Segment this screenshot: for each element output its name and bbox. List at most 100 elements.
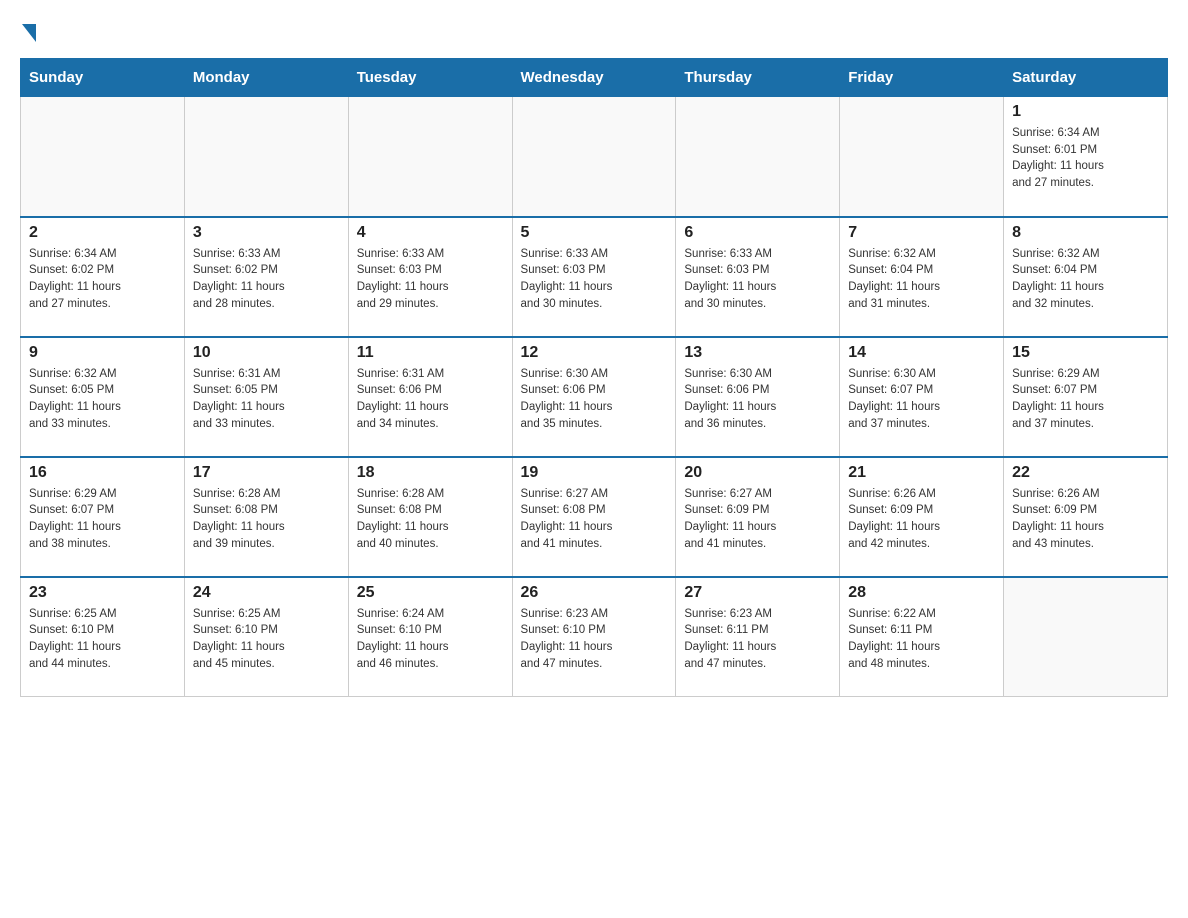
calendar-cell: 3 Sunrise: 6:33 AM Sunset: 6:02 PM Daylig… bbox=[184, 217, 348, 337]
day-info: Sunrise: 6:31 AM Sunset: 6:06 PM Dayligh… bbox=[357, 366, 504, 433]
day-number: 6 bbox=[684, 224, 831, 242]
weekday-header-thursday: Thursday bbox=[676, 59, 840, 97]
day-info: Sunrise: 6:23 AM Sunset: 6:10 PM Dayligh… bbox=[521, 606, 668, 673]
day-number: 19 bbox=[521, 464, 668, 482]
day-info: Sunrise: 6:24 AM Sunset: 6:10 PM Dayligh… bbox=[357, 606, 504, 673]
day-number: 10 bbox=[193, 344, 340, 362]
calendar-cell: 2Sunrise: 6:34 AM Sunset: 6:02 PM Daylig… bbox=[21, 217, 185, 337]
day-number: 22 bbox=[1012, 464, 1159, 482]
day-number: 27 bbox=[684, 584, 831, 602]
calendar-cell bbox=[348, 97, 512, 217]
day-info: Sunrise: 6:30 AM Sunset: 6:07 PM Dayligh… bbox=[848, 366, 995, 433]
calendar-cell: 21 Sunrise: 6:26 AM Sunset: 6:09 PM Dayli… bbox=[840, 457, 1004, 577]
day-info: Sunrise: 6:26 AM Sunset: 6:09 PM Dayligh… bbox=[848, 486, 995, 553]
calendar-cell: 18Sunrise: 6:28 AM Sunset: 6:08 PM Dayli… bbox=[348, 457, 512, 577]
calendar-cell: 15 Sunrise: 6:29 AM Sunset: 6:07 PM Dayli… bbox=[1004, 337, 1168, 457]
logo-arrow-icon bbox=[22, 24, 36, 42]
day-number: 3 bbox=[193, 224, 340, 242]
calendar-cell: 9 Sunrise: 6:32 AM Sunset: 6:05 PM Daylig… bbox=[21, 337, 185, 457]
page-header bbox=[20, 20, 1168, 42]
day-info: Sunrise: 6:32 AM Sunset: 6:04 PM Dayligh… bbox=[848, 246, 995, 313]
calendar-cell bbox=[21, 97, 185, 217]
day-number: 11 bbox=[357, 344, 504, 362]
calendar-cell: 17 Sunrise: 6:28 AM Sunset: 6:08 PM Dayli… bbox=[184, 457, 348, 577]
calendar-cell: 23Sunrise: 6:25 AM Sunset: 6:10 PM Dayli… bbox=[21, 577, 185, 697]
calendar-week-row: 2Sunrise: 6:34 AM Sunset: 6:02 PM Daylig… bbox=[21, 217, 1168, 337]
day-info: Sunrise: 6:29 AM Sunset: 6:07 PM Dayligh… bbox=[1012, 366, 1159, 433]
day-info: Sunrise: 6:27 AM Sunset: 6:09 PM Dayligh… bbox=[684, 486, 831, 553]
day-info: Sunrise: 6:34 AM Sunset: 6:01 PM Dayligh… bbox=[1012, 125, 1159, 192]
calendar-table: SundayMondayTuesdayWednesdayThursdayFrid… bbox=[20, 58, 1168, 697]
calendar-cell bbox=[840, 97, 1004, 217]
day-number: 28 bbox=[848, 584, 995, 602]
day-number: 9 bbox=[29, 344, 176, 362]
day-number: 25 bbox=[357, 584, 504, 602]
day-info: Sunrise: 6:33 AM Sunset: 6:03 PM Dayligh… bbox=[357, 246, 504, 313]
calendar-cell: 20 Sunrise: 6:27 AM Sunset: 6:09 PM Dayli… bbox=[676, 457, 840, 577]
calendar-cell bbox=[512, 97, 676, 217]
weekday-header-friday: Friday bbox=[840, 59, 1004, 97]
day-number: 17 bbox=[193, 464, 340, 482]
day-info: Sunrise: 6:33 AM Sunset: 6:03 PM Dayligh… bbox=[521, 246, 668, 313]
day-number: 2 bbox=[29, 224, 176, 242]
calendar-cell: 7 Sunrise: 6:32 AM Sunset: 6:04 PM Daylig… bbox=[840, 217, 1004, 337]
day-number: 20 bbox=[684, 464, 831, 482]
calendar-cell: 28 Sunrise: 6:22 AM Sunset: 6:11 PM Dayli… bbox=[840, 577, 1004, 697]
calendar-cell: 10 Sunrise: 6:31 AM Sunset: 6:05 PM Dayli… bbox=[184, 337, 348, 457]
day-info: Sunrise: 6:31 AM Sunset: 6:05 PM Dayligh… bbox=[193, 366, 340, 433]
calendar-cell bbox=[676, 97, 840, 217]
calendar-cell: 26Sunrise: 6:23 AM Sunset: 6:10 PM Dayli… bbox=[512, 577, 676, 697]
day-info: Sunrise: 6:23 AM Sunset: 6:11 PM Dayligh… bbox=[684, 606, 831, 673]
weekday-header-wednesday: Wednesday bbox=[512, 59, 676, 97]
day-number: 8 bbox=[1012, 224, 1159, 242]
calendar-cell: 11 Sunrise: 6:31 AM Sunset: 6:06 PM Dayli… bbox=[348, 337, 512, 457]
weekday-header-monday: Monday bbox=[184, 59, 348, 97]
calendar-cell: 25 Sunrise: 6:24 AM Sunset: 6:10 PM Dayli… bbox=[348, 577, 512, 697]
day-number: 7 bbox=[848, 224, 995, 242]
day-info: Sunrise: 6:28 AM Sunset: 6:08 PM Dayligh… bbox=[357, 486, 504, 553]
calendar-week-row: 16Sunrise: 6:29 AM Sunset: 6:07 PM Dayli… bbox=[21, 457, 1168, 577]
calendar-cell: 12 Sunrise: 6:30 AM Sunset: 6:06 PM Dayli… bbox=[512, 337, 676, 457]
day-number: 4 bbox=[357, 224, 504, 242]
day-info: Sunrise: 6:25 AM Sunset: 6:10 PM Dayligh… bbox=[193, 606, 340, 673]
day-info: Sunrise: 6:33 AM Sunset: 6:03 PM Dayligh… bbox=[684, 246, 831, 313]
weekday-header-row: SundayMondayTuesdayWednesdayThursdayFrid… bbox=[21, 59, 1168, 97]
day-number: 13 bbox=[684, 344, 831, 362]
day-number: 14 bbox=[848, 344, 995, 362]
calendar-cell: 27 Sunrise: 6:23 AM Sunset: 6:11 PM Dayli… bbox=[676, 577, 840, 697]
day-number: 21 bbox=[848, 464, 995, 482]
calendar-cell: 6 Sunrise: 6:33 AM Sunset: 6:03 PM Daylig… bbox=[676, 217, 840, 337]
calendar-cell: 19 Sunrise: 6:27 AM Sunset: 6:08 PM Dayli… bbox=[512, 457, 676, 577]
logo bbox=[20, 20, 36, 42]
day-info: Sunrise: 6:22 AM Sunset: 6:11 PM Dayligh… bbox=[848, 606, 995, 673]
day-number: 5 bbox=[521, 224, 668, 242]
day-number: 15 bbox=[1012, 344, 1159, 362]
day-info: Sunrise: 6:32 AM Sunset: 6:04 PM Dayligh… bbox=[1012, 246, 1159, 313]
day-info: Sunrise: 6:29 AM Sunset: 6:07 PM Dayligh… bbox=[29, 486, 176, 553]
calendar-cell bbox=[1004, 577, 1168, 697]
day-info: Sunrise: 6:32 AM Sunset: 6:05 PM Dayligh… bbox=[29, 366, 176, 433]
day-info: Sunrise: 6:30 AM Sunset: 6:06 PM Dayligh… bbox=[521, 366, 668, 433]
day-number: 23 bbox=[29, 584, 176, 602]
calendar-cell: 8 Sunrise: 6:32 AM Sunset: 6:04 PM Daylig… bbox=[1004, 217, 1168, 337]
day-info: Sunrise: 6:33 AM Sunset: 6:02 PM Dayligh… bbox=[193, 246, 340, 313]
weekday-header-sunday: Sunday bbox=[21, 59, 185, 97]
weekday-header-saturday: Saturday bbox=[1004, 59, 1168, 97]
day-number: 12 bbox=[521, 344, 668, 362]
weekday-header-tuesday: Tuesday bbox=[348, 59, 512, 97]
calendar-cell bbox=[184, 97, 348, 217]
calendar-cell: 24Sunrise: 6:25 AM Sunset: 6:10 PM Dayli… bbox=[184, 577, 348, 697]
day-info: Sunrise: 6:30 AM Sunset: 6:06 PM Dayligh… bbox=[684, 366, 831, 433]
day-info: Sunrise: 6:26 AM Sunset: 6:09 PM Dayligh… bbox=[1012, 486, 1159, 553]
day-info: Sunrise: 6:27 AM Sunset: 6:08 PM Dayligh… bbox=[521, 486, 668, 553]
calendar-week-row: 23 Sunrise: 6:25 AM Sunset: 6:10 PM Dayli… bbox=[21, 577, 1168, 697]
calendar-cell: 5 Sunrise: 6:33 AM Sunset: 6:03 PM Daylig… bbox=[512, 217, 676, 337]
calendar-cell: 1 Sunrise: 6:34 AM Sunset: 6:01 PM Daylig… bbox=[1004, 97, 1168, 217]
calendar-cell: 16Sunrise: 6:29 AM Sunset: 6:07 PM Dayli… bbox=[21, 457, 185, 577]
day-number: 1 bbox=[1012, 103, 1159, 121]
calendar-cell: 14 Sunrise: 6:30 AM Sunset: 6:07 PM Dayli… bbox=[840, 337, 1004, 457]
calendar-cell: 4 Sunrise: 6:33 AM Sunset: 6:03 PM Daylig… bbox=[348, 217, 512, 337]
day-info: Sunrise: 6:28 AM Sunset: 6:08 PM Dayligh… bbox=[193, 486, 340, 553]
calendar-week-row: 9 Sunrise: 6:32 AM Sunset: 6:05 PM Daylig… bbox=[21, 337, 1168, 457]
calendar-week-row: 1 Sunrise: 6:34 AM Sunset: 6:01 PM Daylig… bbox=[21, 97, 1168, 217]
